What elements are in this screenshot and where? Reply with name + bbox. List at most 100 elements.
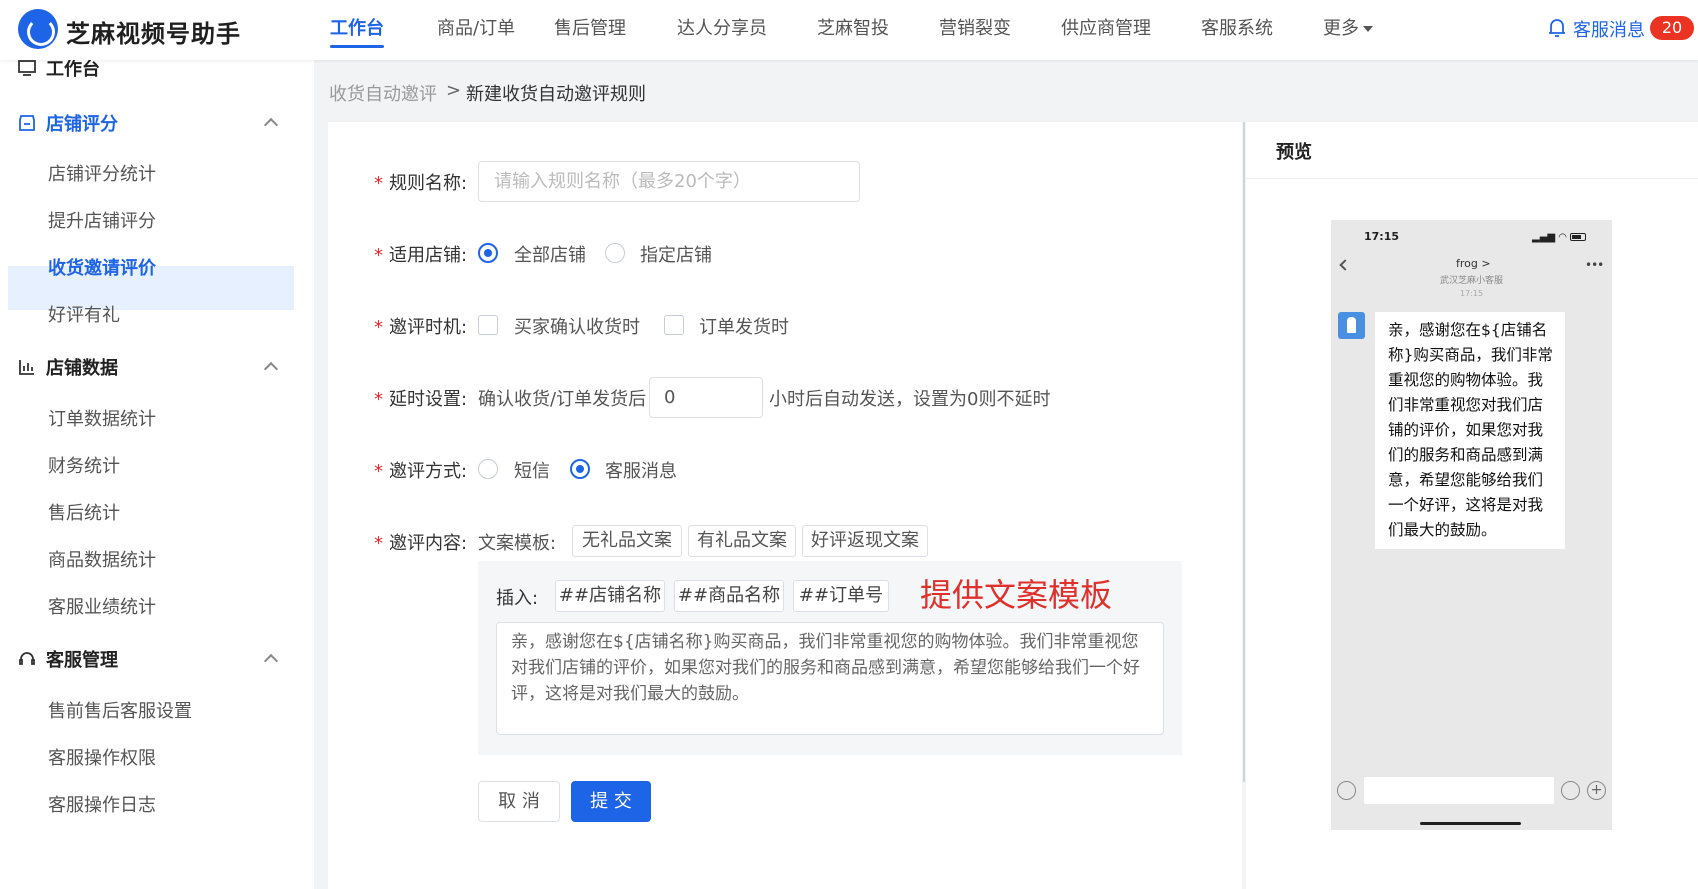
message-textarea[interactable]: 亲，感谢您在${店铺名称}购买商品，我们非常重视您的购物体验。我们非常重视您对我… bbox=[496, 622, 1164, 735]
panel-divider bbox=[1243, 122, 1245, 782]
sidebar-group-cs-management-label: 客服管理 bbox=[46, 650, 118, 671]
shop-label: * 适用店铺: bbox=[374, 245, 468, 266]
nav-marketing[interactable]: 营销裂变 bbox=[939, 0, 1011, 60]
nav-more[interactable]: 更多 bbox=[1323, 0, 1373, 60]
chevron-up-icon[interactable] bbox=[263, 361, 279, 377]
radio-cs-message[interactable] bbox=[570, 459, 590, 479]
preview-divider bbox=[1246, 178, 1698, 179]
voice-icon bbox=[1337, 781, 1356, 800]
sidebar-group-shop-data[interactable]: 店铺数据 bbox=[18, 354, 118, 380]
delay-label: * 延时设置: bbox=[374, 389, 468, 410]
home-indicator bbox=[1420, 822, 1521, 825]
nav-suppliers[interactable]: 供应商管理 bbox=[1061, 0, 1151, 60]
message-count-badge: 20 bbox=[1650, 16, 1694, 40]
brand-name: 芝麻视频号助手 bbox=[66, 20, 241, 48]
nav-smart-ads[interactable]: 芝麻智投 bbox=[817, 0, 889, 60]
breadcrumb-separator: > bbox=[446, 80, 462, 101]
monitor-icon bbox=[18, 60, 36, 76]
phone-input-field bbox=[1364, 777, 1554, 804]
preview-title: 预览 bbox=[1276, 142, 1312, 163]
insert-shop-name-button[interactable]: ##店铺名称 bbox=[555, 580, 665, 612]
breadcrumb-current: 新建收货自动邀评规则 bbox=[466, 84, 646, 105]
nav-customer-service[interactable]: 客服系统 bbox=[1201, 0, 1273, 60]
sidebar-group-shop-rating-label: 店铺评分 bbox=[46, 114, 118, 135]
rule-name-input[interactable]: 请输入规则名称（最多20个字） bbox=[478, 161, 860, 202]
chevron-up-icon[interactable] bbox=[263, 653, 279, 669]
chat-message-bubble: 亲，感谢您在${店铺名称}购买商品，我们非常重视您的购物体验。我们非常重视您对我… bbox=[1375, 312, 1565, 549]
sidebar-item-cs-permissions[interactable]: 客服操作权限 bbox=[48, 744, 156, 770]
sidebar-item-receipt-invite-review[interactable]: 收货邀请评价 bbox=[48, 254, 156, 280]
method-label-text: 邀评方式: bbox=[389, 461, 468, 482]
phone-time: 17:15 bbox=[1364, 230, 1400, 243]
more-dots-icon: ••• bbox=[1585, 258, 1604, 272]
sidebar-item-cs-performance[interactable]: 客服业绩统计 bbox=[48, 593, 156, 619]
template-no-gift-button[interactable]: 无礼品文案 bbox=[572, 525, 682, 557]
template-label: 文案模板: bbox=[478, 533, 557, 554]
insert-product-name-button[interactable]: ##商品名称 bbox=[674, 580, 784, 612]
nav-workbench[interactable]: 工作台 bbox=[330, 0, 384, 60]
checkbox-buyer-confirm[interactable] bbox=[478, 315, 498, 335]
sidebar-item-order-stats[interactable]: 订单数据统计 bbox=[48, 405, 156, 431]
top-navigation-bar: 芝麻视频号助手 工作台 商品/订单 售后管理 达人分享员 芝麻智投 营销裂变 供… bbox=[0, 0, 1698, 60]
sidebar-item-workbench[interactable]: 工作台 bbox=[18, 60, 100, 81]
sidebar-item-cs-logs[interactable]: 客服操作日志 bbox=[48, 791, 156, 817]
sidebar-item-improve-rating[interactable]: 提升店铺评分 bbox=[48, 207, 156, 233]
sidebar-item-good-review-gift[interactable]: 好评有礼 bbox=[48, 301, 120, 327]
breadcrumb-parent[interactable]: 收货自动邀评 bbox=[329, 80, 437, 106]
nav-after-sales[interactable]: 售后管理 bbox=[554, 0, 626, 60]
option-buyer-confirm[interactable]: 买家确认收货时 bbox=[514, 313, 640, 339]
shop-label-text: 适用店铺: bbox=[389, 245, 468, 266]
customer-message-link[interactable]: 客服消息 bbox=[1573, 16, 1645, 42]
rule-name-label: * 规则名称: bbox=[374, 173, 468, 194]
sidebar-item-workbench-label: 工作台 bbox=[46, 60, 100, 80]
template-cashback-button[interactable]: 好评返现文案 bbox=[802, 525, 928, 557]
radio-sms[interactable] bbox=[478, 459, 498, 479]
nav-promoters[interactable]: 达人分享员 bbox=[677, 0, 767, 60]
sidebar-group-cs-management[interactable]: 客服管理 bbox=[18, 646, 118, 672]
content-label-text: 邀评内容: bbox=[389, 533, 468, 554]
radio-specific-shop[interactable] bbox=[605, 243, 625, 263]
headset-icon bbox=[19, 652, 35, 665]
option-specific-shop[interactable]: 指定店铺 bbox=[640, 241, 712, 267]
rule-form-panel bbox=[328, 122, 1242, 889]
caret-down-icon bbox=[1363, 26, 1373, 32]
emoji-icon bbox=[1561, 781, 1580, 800]
timing-label: * 邀评时机: bbox=[374, 317, 468, 338]
sidebar-item-cs-settings[interactable]: 售前售后客服设置 bbox=[48, 697, 192, 723]
chevron-up-icon[interactable] bbox=[263, 117, 279, 133]
delay-suffix: 小时后自动发送，设置为0则不延时 bbox=[769, 389, 1051, 410]
sidebar-item-finance-stats[interactable]: 财务统计 bbox=[48, 452, 120, 478]
sidebar-item-shop-rating-stats[interactable]: 店铺评分统计 bbox=[48, 160, 156, 186]
delay-hours-input[interactable]: 0 bbox=[649, 377, 763, 418]
nav-products-orders[interactable]: 商品/订单 bbox=[437, 0, 515, 60]
option-order-shipped[interactable]: 订单发货时 bbox=[699, 313, 789, 339]
sidebar-item-product-stats[interactable]: 商品数据统计 bbox=[48, 546, 156, 572]
sidebar-group-shop-data-label: 店铺数据 bbox=[46, 358, 118, 379]
method-label: * 邀评方式: bbox=[374, 461, 468, 482]
bell-icon[interactable] bbox=[1548, 18, 1566, 38]
submit-button[interactable]: 提 交 bbox=[571, 781, 651, 822]
battery-icon bbox=[1570, 233, 1586, 241]
checkbox-order-shipped[interactable] bbox=[664, 315, 684, 335]
content-label: * 邀评内容: bbox=[374, 533, 468, 554]
sidebar-item-after-sales-stats[interactable]: 售后统计 bbox=[48, 499, 120, 525]
template-with-gift-button[interactable]: 有礼品文案 bbox=[688, 525, 796, 557]
sidebar-group-shop-rating[interactable]: 店铺评分 bbox=[18, 110, 118, 136]
insert-label: 插入: bbox=[496, 588, 539, 609]
insert-order-number-button[interactable]: ##订单号 bbox=[793, 580, 889, 612]
option-all-shops[interactable]: 全部店铺 bbox=[514, 241, 586, 267]
shop-avatar bbox=[1338, 312, 1365, 339]
chat-contact-name: frog > bbox=[1456, 257, 1491, 270]
rule-name-label-text: 规则名称: bbox=[389, 173, 468, 194]
template-note: 提供文案模板 bbox=[920, 576, 1113, 614]
plus-icon: + bbox=[1587, 781, 1606, 800]
sidebar: 工作台 店铺评分 店铺评分统计 提升店铺评分 收货邀请评价 好评有礼 店铺数据 … bbox=[0, 60, 314, 889]
timing-label-text: 邀评时机: bbox=[389, 317, 468, 338]
radio-all-shops[interactable] bbox=[478, 243, 498, 263]
cancel-button[interactable]: 取 消 bbox=[478, 781, 560, 822]
delay-prefix: 确认收货/订单发货后 bbox=[478, 389, 647, 410]
brand-logo-icon bbox=[18, 9, 58, 49]
option-cs-message[interactable]: 客服消息 bbox=[605, 457, 677, 483]
chat-shop-name: 武汉芝麻小客服 bbox=[1440, 276, 1504, 286]
option-sms[interactable]: 短信 bbox=[514, 457, 550, 483]
